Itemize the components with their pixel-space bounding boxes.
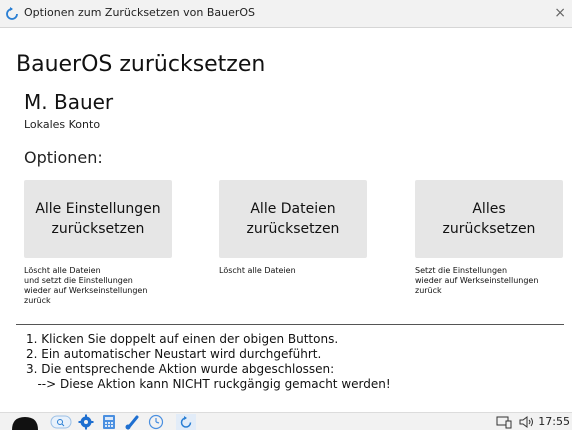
reset-app-icon[interactable] [176,414,196,430]
refresh-icon [6,7,18,20]
instruction-step: 1. Klicken Sie doppelt auf einen der obi… [26,332,339,346]
reset-files-button[interactable]: Alle Dateien zurücksetzen [219,180,367,258]
reset-settings-description: Löscht alle Dateien und setzt die Einste… [24,266,148,305]
title-bar: Optionen zum Zurücksetzen von BauerOS × [0,0,572,28]
taskbar: 17:55 [0,412,572,430]
close-button[interactable]: × [554,5,566,21]
account-type: Lokales Konto [24,118,101,131]
search-icon[interactable] [50,414,72,430]
divider [16,324,564,325]
start-icon[interactable] [10,414,40,430]
network-icon[interactable] [496,414,512,430]
paint-icon[interactable] [124,414,140,430]
clock-app-icon[interactable] [148,414,164,430]
instructions: 1. Klicken Sie doppelt auf einen der obi… [26,332,391,392]
page-title: BauerOS zurücksetzen [16,52,266,77]
reset-files-description: Löscht alle Dateien [219,266,296,275]
window-title: Optionen zum Zurücksetzen von BauerOS [24,6,256,19]
instruction-step: 3. Die entsprechende Aktion wurde abgesc… [26,362,335,376]
taskbar-clock[interactable]: 17:55 [538,415,570,428]
reset-all-description: Setzt die Einstellungen wieder auf Werks… [415,266,539,295]
reset-settings-button[interactable]: Alle Einstellungen zurücksetzen [24,180,172,258]
options-label: Optionen: [24,148,103,167]
instruction-warning: --> Diese Aktion kann NICHT ruckgängig g… [26,377,391,391]
user-name: M. Bauer [24,90,114,114]
instruction-step: 2. Ein automatischer Neustart wird durch… [26,347,322,361]
calculator-icon[interactable] [102,414,116,430]
settings-icon[interactable] [78,414,94,430]
reset-all-button[interactable]: Alles zurücksetzen [415,180,563,258]
volume-icon[interactable] [518,414,536,430]
